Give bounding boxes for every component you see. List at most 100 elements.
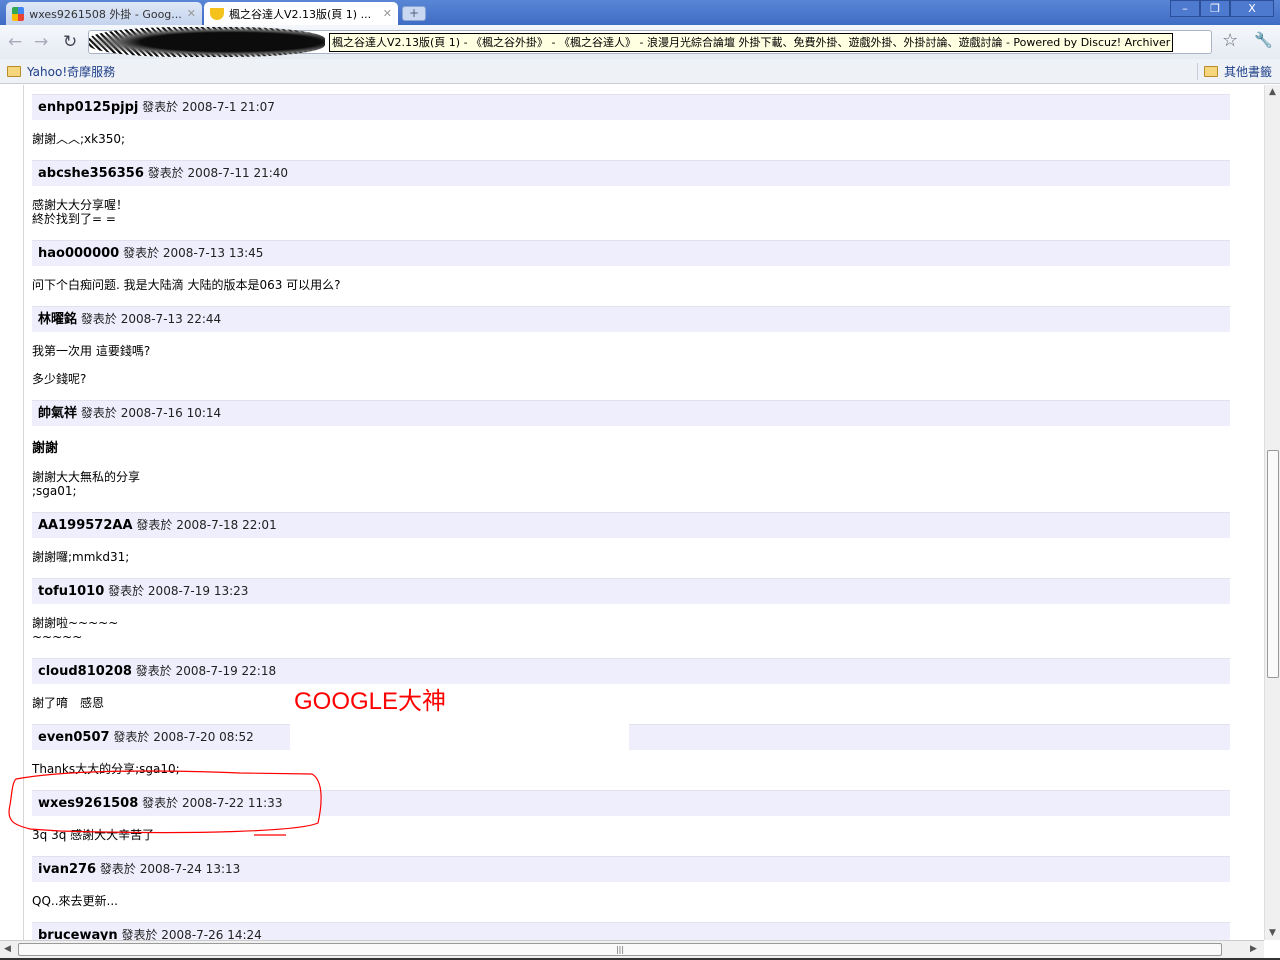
post-author[interactable]: AA199572AA: [38, 518, 133, 533]
title-bar: wxes9261508 外掛 - Goog... ✕ 楓之谷達人V2.13版(頁 …: [0, 0, 1280, 25]
post-author[interactable]: abcshe356356: [38, 166, 144, 181]
post-time: 2008-7-24 13:13: [139, 862, 241, 876]
tab-label: wxes9261508 外掛 - Goog...: [29, 7, 182, 21]
post-author[interactable]: 帥氣祥: [38, 406, 77, 421]
post: brucewayn 發表於 2008-7-26 14:24: [32, 922, 1230, 940]
post-text: 謝謝囉;mmkd31;: [32, 550, 130, 564]
post-time: 2008-7-19 22:18: [175, 664, 277, 678]
post: AA199572AA 發表於 2008-7-18 22:01 謝謝囉;mmkd31…: [32, 512, 1230, 564]
bookmark-label: Yahoo!奇摩服務: [27, 65, 116, 79]
restore-button[interactable]: ❐: [1200, 0, 1230, 17]
post-body: 謝謝︿︿;xk350;: [32, 120, 1230, 146]
post-author[interactable]: even0507: [38, 730, 110, 745]
post-header: 林曜銘 發表於 2008-7-13 22:44: [32, 306, 1230, 332]
post-time: 2008-7-20 08:52: [153, 730, 254, 744]
post-author[interactable]: enhp0125pjpj: [38, 100, 138, 115]
back-icon[interactable]: ←: [8, 32, 22, 52]
post-text: 感謝大大分享喔！ 終於找到了= =: [32, 198, 129, 226]
post-header: tofu1010 發表於 2008-7-19 13:23: [32, 578, 1230, 604]
post-header: abcshe356356 發表於 2008-7-11 21:40: [32, 160, 1230, 186]
minimize-button[interactable]: –: [1170, 0, 1200, 17]
post-header: 帥氣祥 發表於 2008-7-16 10:14: [32, 400, 1230, 426]
post-text: 多少錢呢?: [32, 372, 87, 386]
post-text: 謝謝︿︿;xk350;: [32, 132, 126, 146]
redacted-url: [89, 27, 325, 57]
other-bookmarks[interactable]: 其他書籤: [1196, 63, 1272, 80]
posted-label: 發表於: [80, 406, 117, 420]
posted-label: 發表於: [99, 862, 136, 876]
post-text: 謝謝啦~~~~~ ~~~~~: [32, 616, 119, 644]
vertical-scroll-thumb[interactable]: [1267, 450, 1279, 678]
post: cloud810208 發表於 2008-7-19 22:18 謝了唷 感恩: [32, 658, 1230, 710]
post-body: 謝謝啦~~~~~ ~~~~~: [32, 604, 1230, 644]
reload-icon[interactable]: ↻: [63, 32, 77, 52]
post-body: 謝謝囉;mmkd31;: [32, 538, 1230, 564]
google-icon: [12, 6, 25, 21]
post-body: 謝了唷 感恩: [32, 684, 1230, 710]
post: abcshe356356 發表於 2008-7-11 21:40 感謝大大分享喔！…: [32, 160, 1230, 226]
wrench-icon[interactable]: 🔧: [1254, 31, 1273, 49]
annotation-circle: [8, 770, 322, 836]
page-title-tooltip: 楓之谷達人V2.13版(頁 1) - 《楓之谷外掛》 - 《楓之谷達人》 - 浪…: [329, 33, 1174, 52]
post-text: 我第一次用 這要錢嗎?: [32, 344, 151, 358]
tab-label: 楓之谷達人V2.13版(頁 1) ...: [229, 7, 372, 21]
new-tab-button[interactable]: +: [402, 6, 426, 21]
post-text: 謝謝大大無私的分享 ;sga01;: [32, 470, 141, 498]
post-header: enhp0125pjpj 發表於 2008-7-1 21:07: [32, 94, 1230, 120]
horizontal-scrollbar[interactable]: ◀ ||| ▶: [0, 940, 1264, 958]
close-window-button[interactable]: X: [1230, 0, 1274, 17]
post-author[interactable]: tofu1010: [38, 584, 104, 599]
post-author[interactable]: hao000000: [38, 246, 119, 261]
post-author[interactable]: cloud810208: [38, 664, 132, 679]
post: hao000000 發表於 2008-7-13 13:45 问下个白痴问题. 我是…: [32, 240, 1230, 292]
annotation-mask: [290, 715, 629, 743]
post: enhp0125pjpj 發表於 2008-7-1 21:07 謝謝︿︿;xk35…: [32, 94, 1230, 146]
page-content: enhp0125pjpj 發表於 2008-7-1 21:07 謝謝︿︿;xk35…: [0, 85, 1264, 940]
post: 林曜銘 發表於 2008-7-13 22:44 我第一次用 這要錢嗎? 多少錢呢?: [32, 306, 1230, 386]
posted-label: 發表於: [135, 664, 172, 678]
post-header: hao000000 發表於 2008-7-13 13:45: [32, 240, 1230, 266]
posted-label: 發表於: [121, 928, 158, 940]
address-bar[interactable]: 楓之谷達人V2.13版(頁 1) - 《楓之谷外掛》 - 《楓之谷達人》 - 浪…: [88, 27, 1212, 57]
post-author[interactable]: ivan276: [38, 862, 96, 877]
post: tofu1010 發表於 2008-7-19 13:23 謝謝啦~~~~~ ~~~…: [32, 578, 1230, 644]
posted-label: 發表於: [142, 100, 179, 114]
bookmark-star-icon[interactable]: ☆: [1222, 30, 1238, 51]
folder-icon: [1203, 66, 1218, 77]
tab-forum[interactable]: 楓之谷達人V2.13版(頁 1) ... ✕: [204, 2, 398, 25]
post-time: 2008-7-16 10:14: [120, 406, 222, 420]
forum-icon: [210, 7, 224, 20]
post-body: 謝謝謝謝大大無私的分享 ;sga01;: [32, 426, 1230, 499]
bookmark-yahoo[interactable]: Yahoo!奇摩服務: [7, 63, 115, 80]
tab-google-search[interactable]: wxes9261508 外掛 - Goog... ✕: [6, 2, 202, 25]
post-time: 2008-7-13 13:45: [162, 246, 264, 260]
post-time: 2008-7-1 21:07: [182, 100, 275, 114]
posted-label: 發表於: [147, 166, 184, 180]
post-heading: 謝謝: [32, 441, 59, 456]
posted-label: 發表於: [113, 730, 150, 744]
post-author[interactable]: 林曜銘: [38, 312, 77, 327]
post-header: AA199572AA 發表於 2008-7-18 22:01: [32, 512, 1230, 538]
post-text: 问下个白痴问题. 我是大陆滴 大陆的版本是063 可以用么?: [32, 278, 341, 292]
post-author[interactable]: brucewayn: [38, 928, 118, 940]
annotation-text: GOOGLE大神: [294, 688, 447, 715]
post-time: 2008-7-26 14:24: [161, 928, 262, 940]
horizontal-scroll-thumb[interactable]: |||: [18, 943, 1222, 956]
post-time: 2008-7-13 22:44: [120, 312, 222, 326]
toolbar: ← → ↻ 楓之谷達人V2.13版(頁 1) - 《楓之谷外掛》 - 《楓之谷達…: [0, 25, 1280, 59]
posted-label: 發表於: [108, 584, 145, 598]
post-body: 我第一次用 這要錢嗎? 多少錢呢?: [32, 332, 1230, 386]
close-tab-icon[interactable]: ✕: [187, 7, 196, 20]
forward-icon[interactable]: →: [34, 32, 48, 52]
post-time: 2008-7-19 13:23: [147, 584, 249, 598]
post: ivan276 發表於 2008-7-24 13:13 QQ..來去更新...: [32, 856, 1230, 908]
post-text: 謝了唷 感恩: [32, 696, 105, 710]
post-body: 感謝大大分享喔！ 終於找到了= =: [32, 186, 1230, 226]
post: 帥氣祥 發表於 2008-7-16 10:14 謝謝 謝謝大大無私的分享 ;sga0…: [32, 400, 1230, 498]
vertical-scrollbar[interactable]: ▲ ▼: [1264, 85, 1280, 940]
post-time: 2008-7-18 22:01: [176, 518, 277, 532]
close-tab-icon[interactable]: ✕: [383, 7, 392, 20]
bookmark-label: 其他書籤: [1223, 65, 1272, 79]
post-body: 问下个白痴问题. 我是大陆滴 大陆的版本是063 可以用么?: [32, 266, 1230, 292]
posted-label: 發表於: [80, 312, 117, 326]
